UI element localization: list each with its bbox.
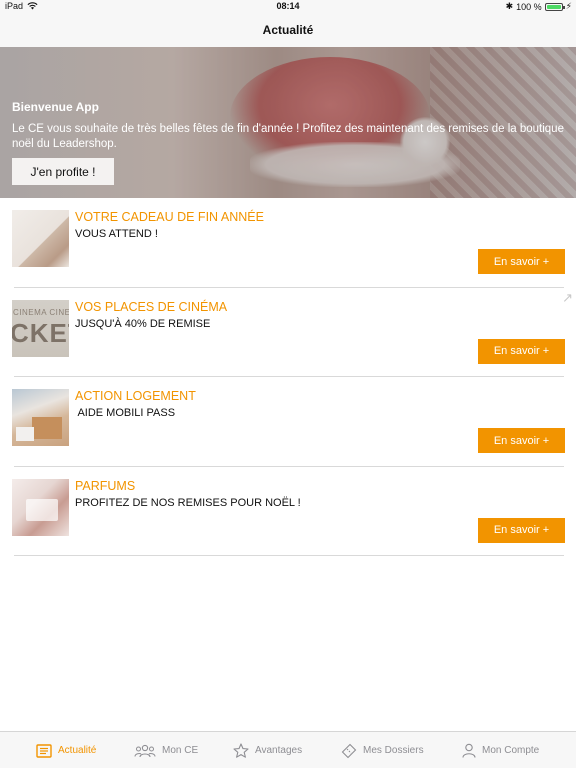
hero-text: Le CE vous souhaite de très belles fêtes… <box>12 123 564 150</box>
tab-label: Mon Compte <box>482 745 540 756</box>
learn-more-button[interactable]: En savoir + <box>478 249 565 274</box>
tab-mon-ce[interactable]: Mon CE <box>134 732 198 769</box>
hero-banner: Bienvenue App Le CE vous souhaite de trè… <box>0 47 576 198</box>
bluetooth-icon: ✱ <box>505 1 514 11</box>
feed-item-subtitle: PROFITEZ DE NOS REMISES POUR NOËL ! <box>75 496 301 509</box>
expand-arrow-icon[interactable]: ↗ <box>562 290 573 306</box>
star-icon <box>233 743 249 758</box>
battery-percent: 100 % <box>516 1 542 12</box>
learn-more-button[interactable]: En savoir + <box>478 428 565 453</box>
tab-actualite[interactable]: Actualité <box>36 732 96 769</box>
feed-item-cinema[interactable]: CINEMA CINE CKET VOS PLACES DE CINÉMA JU… <box>12 288 565 377</box>
tab-bar: Actualité Mon CE Avantages Mes Dossiers … <box>0 731 576 768</box>
moving-box-shape <box>32 417 62 439</box>
tab-label: Actualité <box>58 745 97 756</box>
status-bar: iPad 08:14 ✱ 100 % ⚡ <box>0 0 576 14</box>
cinema-thumb-big-text: CKET <box>12 317 69 348</box>
hero-title: Bienvenue App <box>12 100 99 114</box>
tab-label: Mon CE <box>162 745 199 756</box>
feed-item-subtitle: VOUS ATTEND ! <box>75 228 158 240</box>
tab-mon-compte[interactable]: Mon Compte <box>462 732 539 769</box>
nav-bar: Actualité <box>0 14 576 47</box>
housing-thumbnail <box>12 389 69 446</box>
feed-item-title: PARFUMS <box>75 478 136 493</box>
status-right: ✱ 100 % ⚡ <box>506 1 572 12</box>
battery-icon <box>544 2 565 11</box>
user-icon <box>462 743 476 758</box>
feed-item-title: ACTION LOGEMENT <box>75 389 196 403</box>
cinema-thumb-text: CINEMA CINE <box>13 307 69 317</box>
charging-icon: ⚡ <box>565 1 572 11</box>
news-feed: VOTRE CADEAU DE FIN ANNÉE VOUS ATTEND ! … <box>0 198 576 556</box>
tab-label: Mes Dossiers <box>363 745 424 756</box>
feed-item-gift[interactable]: VOTRE CADEAU DE FIN ANNÉE VOUS ATTEND ! … <box>12 198 565 288</box>
feed-item-subtitle: AIDE MOBILI PASS <box>75 407 176 419</box>
learn-more-button[interactable]: En savoir + <box>478 338 565 364</box>
feed-item-logement[interactable]: ACTION LOGEMENT AIDE MOBILI PASS En savo… <box>12 377 565 467</box>
page-title: Actualité <box>262 23 314 37</box>
tab-label: Avantages <box>255 745 303 756</box>
feed-item-subtitle: JUSQU'À 40% DE REMISE <box>75 317 211 330</box>
status-time: 08:14 <box>276 1 300 11</box>
learn-more-button[interactable]: En savoir + <box>478 517 565 543</box>
ticket-icon <box>341 743 357 758</box>
hero-cta-button[interactable]: J'en profite ! <box>12 158 114 185</box>
cinema-ticket-thumbnail: CINEMA CINE CKET <box>12 299 69 357</box>
paper-shape <box>16 427 34 441</box>
perfume-bottle-shape <box>26 498 58 521</box>
feed-item-parfums[interactable]: PARFUMS PROFITEZ DE NOS REMISES POUR NOË… <box>12 467 565 556</box>
gift-thumbnail <box>12 210 69 267</box>
feed-item-title: VOTRE CADEAU DE FIN ANNÉE <box>75 210 264 224</box>
news-icon <box>36 743 52 758</box>
group-icon <box>134 744 156 757</box>
perfume-thumbnail <box>12 478 69 536</box>
tab-mes-dossiers[interactable]: Mes Dossiers <box>341 732 424 769</box>
feed-item-title: VOS PLACES DE CINÉMA <box>75 299 228 314</box>
tab-avantages[interactable]: Avantages <box>233 732 302 769</box>
